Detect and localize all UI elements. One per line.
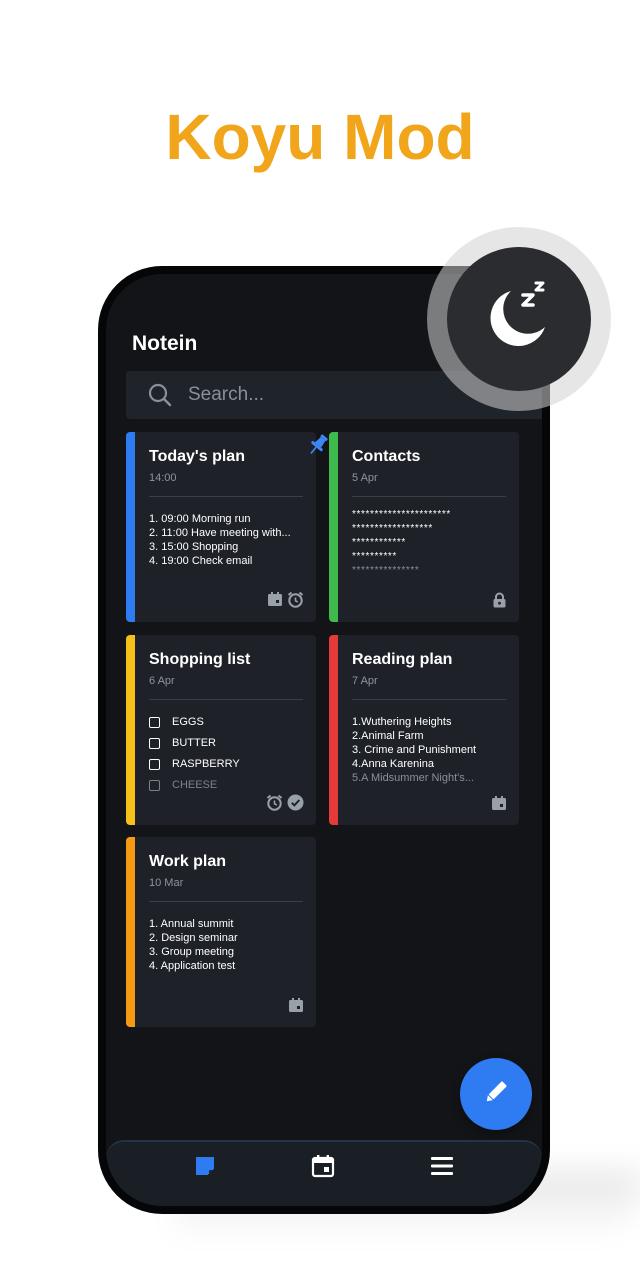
note-color-bar xyxy=(126,837,135,1027)
note-line: ********************** xyxy=(352,509,451,520)
pencil-icon xyxy=(481,1077,511,1112)
note-date: 7 Apr xyxy=(352,675,378,687)
phone-frame: Notein Search... Today's plan 14:00 1. 0… xyxy=(98,266,550,1214)
note-line: ****************** xyxy=(352,523,433,534)
note-title: Today's plan xyxy=(149,448,245,465)
note-line: 3. Group meeting xyxy=(149,946,234,958)
note-card-shopping-list[interactable]: Shopping list 6 Apr EGGS BUTTER RASPBERR… xyxy=(126,635,316,825)
app-title: Notein xyxy=(132,332,198,355)
note-line: ********** xyxy=(352,551,397,562)
note-card-work-plan[interactable]: Work plan 10 Mar 1. Annual summit 2. Des… xyxy=(126,837,316,1027)
moon-sleep-icon xyxy=(479,277,559,362)
note-divider xyxy=(149,699,303,700)
checklist-item[interactable]: BUTTER xyxy=(149,736,306,750)
calendar-tab-icon[interactable] xyxy=(311,1154,335,1183)
search-icon xyxy=(148,383,172,407)
note-icons xyxy=(491,795,507,811)
checklist-item[interactable]: CHEESE xyxy=(149,778,306,792)
menu-icon[interactable] xyxy=(430,1156,454,1181)
calendar-icon xyxy=(267,591,283,608)
calendar-icon xyxy=(288,997,304,1013)
note-divider xyxy=(352,699,506,700)
lock-icon xyxy=(492,592,507,608)
search-input[interactable]: Search... xyxy=(188,384,264,406)
note-line: ************ xyxy=(352,537,406,548)
note-title: Shopping list xyxy=(149,651,251,668)
calendar-icon xyxy=(491,795,507,811)
new-note-button[interactable] xyxy=(460,1058,532,1130)
note-divider xyxy=(352,496,506,497)
note-line: 4. 19:00 Check email xyxy=(149,555,253,567)
note-content: 1.Wuthering Heights 2.Animal Farm 3. Cri… xyxy=(352,715,509,785)
note-icons xyxy=(288,997,304,1013)
alarm-icon xyxy=(266,794,283,811)
note-content: 1. Annual summit 2. Design seminar 3. Gr… xyxy=(149,917,306,973)
note-date: 14:00 xyxy=(149,472,177,484)
note-color-bar xyxy=(126,432,135,622)
note-line: 1. 09:00 Morning run xyxy=(149,513,251,525)
note-line: *************** xyxy=(352,565,420,576)
bottom-nav xyxy=(106,1140,542,1206)
note-line: 4.Anna Karenina xyxy=(352,758,434,770)
note-title: Work plan xyxy=(149,853,227,870)
note-card-contacts[interactable]: Contacts 5 Apr ********************** **… xyxy=(329,432,519,622)
note-content: 1. 09:00 Morning run 2. 11:00 Have meeti… xyxy=(149,512,306,568)
note-content: ********************** *****************… xyxy=(352,508,509,578)
app-screen: Notein Search... Today's plan 14:00 1. 0… xyxy=(106,274,542,1206)
checklist-item-label: BUTTER xyxy=(172,737,216,749)
note-date: 10 Mar xyxy=(149,877,184,889)
checkbox[interactable] xyxy=(149,758,160,770)
note-icons xyxy=(267,591,304,608)
checklist-item-label: RASPBERRY xyxy=(172,758,240,770)
checklist-item[interactable]: RASPBERRY xyxy=(149,757,306,771)
note-title: Reading plan xyxy=(352,651,453,668)
pin-icon[interactable] xyxy=(305,432,331,463)
note-line: 3. Crime and Punishment xyxy=(352,744,477,756)
note-line: 3. 15:00 Shopping xyxy=(149,541,239,553)
note-checklist: EGGS BUTTER RASPBERRY CHEESE xyxy=(149,715,306,799)
note-line: 2. Design seminar xyxy=(149,932,238,944)
note-color-bar xyxy=(126,635,135,825)
note-line: 2.Animal Farm xyxy=(352,730,424,742)
note-card-reading-plan[interactable]: Reading plan 7 Apr 1.Wuthering Heights 2… xyxy=(329,635,519,825)
check-circle-icon xyxy=(287,794,304,811)
note-color-bar xyxy=(329,432,338,622)
checklist-item[interactable]: EGGS xyxy=(149,715,306,729)
headline: Koyu Mod xyxy=(165,101,475,173)
note-line: 1. Annual summit xyxy=(149,918,234,930)
checklist-item-label: EGGS xyxy=(172,716,204,728)
night-mode-badge xyxy=(447,247,591,391)
note-icons xyxy=(266,794,304,811)
note-title: Contacts xyxy=(352,448,421,465)
note-line: 4. Application test xyxy=(149,960,236,972)
note-date: 5 Apr xyxy=(352,472,378,484)
note-color-bar xyxy=(329,635,338,825)
alarm-icon xyxy=(287,591,304,608)
note-card-todays-plan[interactable]: Today's plan 14:00 1. 09:00 Morning run … xyxy=(126,432,316,622)
note-date: 6 Apr xyxy=(149,675,175,687)
note-divider xyxy=(149,901,303,902)
checklist-item-label: CHEESE xyxy=(172,779,218,791)
note-line: 2. 11:00 Have meeting with... xyxy=(149,527,291,539)
notes-tab-icon[interactable] xyxy=(194,1155,216,1182)
note-line: 5.A Midsummer Night's... xyxy=(352,772,474,784)
note-line: 1.Wuthering Heights xyxy=(352,716,452,728)
checkbox[interactable] xyxy=(149,779,160,791)
checkbox[interactable] xyxy=(149,716,160,728)
checkbox[interactable] xyxy=(149,737,160,749)
note-divider xyxy=(149,496,303,497)
note-icons xyxy=(492,592,507,608)
